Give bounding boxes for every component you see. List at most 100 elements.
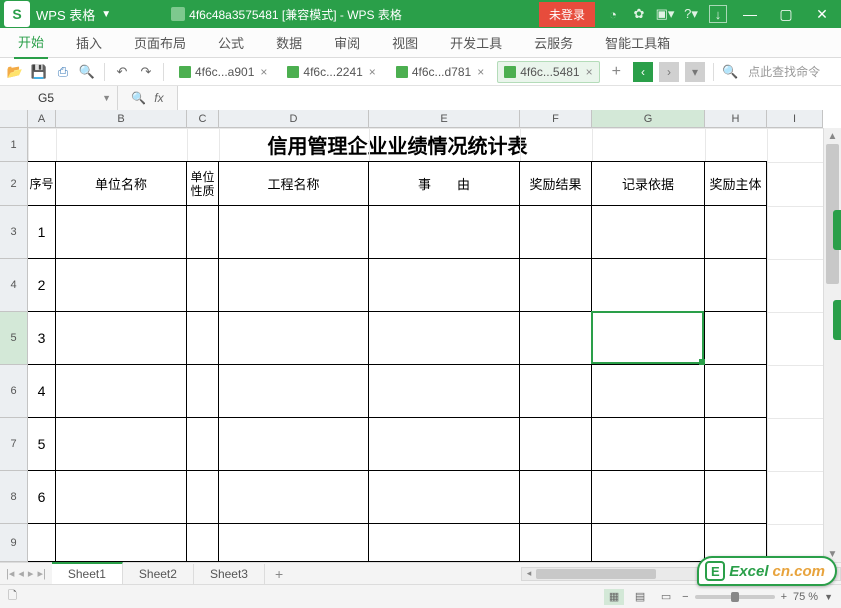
tab-insert[interactable]: 插入 (72, 27, 106, 58)
settings-icon[interactable]: ✿ (631, 6, 647, 22)
tab-nav-left[interactable]: ‹ (633, 62, 653, 82)
scroll-left-icon[interactable]: ◂ (522, 568, 536, 580)
file-tab-0[interactable]: 4f6c...a901× (172, 61, 274, 83)
data-cell[interactable] (55, 311, 187, 365)
header-cell[interactable]: 奖励结果 (519, 161, 592, 206)
column-header-F[interactable]: F (520, 110, 592, 128)
column-header-A[interactable]: A (28, 110, 56, 128)
data-cell[interactable] (519, 258, 592, 312)
zoom-out-button[interactable]: − (682, 591, 688, 603)
zoom-slider[interactable] (695, 595, 775, 599)
column-header-I[interactable]: I (767, 110, 823, 128)
data-cell[interactable] (55, 523, 187, 562)
data-cell[interactable] (28, 523, 56, 562)
add-tab-button[interactable]: + (606, 63, 627, 81)
data-cell[interactable] (368, 417, 520, 471)
select-all-corner[interactable] (0, 110, 28, 128)
data-cell[interactable] (55, 205, 187, 259)
data-cell[interactable] (55, 258, 187, 312)
formula-input[interactable] (178, 86, 841, 110)
data-cell[interactable]: 6 (28, 470, 56, 524)
download-icon[interactable]: ↓ (709, 5, 727, 23)
reading-view-button[interactable]: ▭ (656, 589, 676, 605)
header-cell[interactable]: 单位名称 (55, 161, 187, 206)
data-cell[interactable] (55, 470, 187, 524)
data-cell[interactable]: 1 (28, 205, 56, 259)
data-cell[interactable] (704, 470, 767, 524)
preview-icon[interactable]: 🔍 (78, 63, 96, 81)
data-cell[interactable] (591, 311, 705, 365)
data-cell[interactable] (591, 470, 705, 524)
nav-next-icon[interactable]: ▸ (28, 567, 34, 580)
data-cell[interactable] (591, 205, 705, 259)
row-header-3[interactable]: 3 (0, 206, 28, 259)
data-cell[interactable] (591, 523, 705, 562)
search-icon[interactable]: 🔍 (722, 64, 738, 80)
name-box[interactable]: G5 ▼ (0, 86, 118, 110)
data-cell[interactable] (368, 523, 520, 562)
tab-data[interactable]: 数据 (272, 27, 306, 58)
data-cell[interactable]: 2 (28, 258, 56, 312)
name-box-dropdown-icon[interactable]: ▼ (102, 93, 111, 103)
data-cell[interactable] (519, 364, 592, 418)
data-cell[interactable] (704, 258, 767, 312)
sheet-nav[interactable]: |◂◂▸▸| (0, 567, 52, 580)
undo-icon[interactable]: ↶ (113, 63, 131, 81)
data-cell[interactable] (519, 205, 592, 259)
data-cell[interactable] (704, 205, 767, 259)
data-cell[interactable] (218, 417, 369, 471)
data-cell[interactable] (218, 205, 369, 259)
sheet-tab-3[interactable]: Sheet3 (194, 564, 265, 584)
side-panel-tab[interactable] (833, 210, 841, 250)
close-button[interactable]: ✕ (809, 3, 835, 25)
header-cell[interactable]: 工程名称 (218, 161, 369, 206)
header-cell[interactable]: 记录依据 (591, 161, 705, 206)
data-cell[interactable] (591, 417, 705, 471)
data-cell[interactable] (368, 470, 520, 524)
data-cell[interactable] (519, 470, 592, 524)
row-header-6[interactable]: 6 (0, 365, 28, 418)
scroll-up-icon[interactable]: ▲ (824, 128, 841, 144)
skin-icon[interactable]: ▣▾ (657, 6, 673, 22)
zoom-knob[interactable] (731, 592, 739, 602)
data-cell[interactable] (704, 311, 767, 365)
open-icon[interactable]: 📂 (6, 63, 24, 81)
redo-icon[interactable]: ↷ (137, 63, 155, 81)
search-commands[interactable]: 点此查找命令 (748, 63, 820, 80)
vertical-scrollbar[interactable]: ▲ ▼ (823, 128, 841, 562)
zoom-dropdown-icon[interactable]: ▼ (824, 592, 833, 602)
data-cell[interactable] (368, 364, 520, 418)
column-header-D[interactable]: D (219, 110, 369, 128)
data-cell[interactable]: 4 (28, 364, 56, 418)
header-cell[interactable]: 单位性质 (186, 161, 219, 206)
column-header-G[interactable]: G (592, 110, 705, 128)
data-cell[interactable] (218, 311, 369, 365)
add-sheet-button[interactable]: + (265, 566, 293, 582)
tab-start[interactable]: 开始 (14, 26, 48, 59)
nav-prev-icon[interactable]: ◂ (18, 567, 24, 580)
data-cell[interactable] (519, 311, 592, 365)
spreadsheet-area[interactable]: ABCDEFGHI 123456789 信用管理企业业绩情况统计表 序号单位名称… (0, 110, 841, 562)
app-menu-dropdown-icon[interactable]: ▼ (101, 9, 111, 20)
close-tab-icon[interactable]: × (586, 65, 593, 79)
fx-icon[interactable]: fx (154, 91, 163, 105)
tab-view[interactable]: 视图 (388, 27, 422, 58)
sheet-tab-1[interactable]: Sheet1 (52, 562, 123, 584)
tab-review[interactable]: 审阅 (330, 27, 364, 58)
data-cell[interactable] (591, 258, 705, 312)
header-cell[interactable]: 序号 (28, 161, 56, 206)
row-header-8[interactable]: 8 (0, 471, 28, 524)
column-header-B[interactable]: B (56, 110, 187, 128)
column-header-H[interactable]: H (705, 110, 767, 128)
column-header-E[interactable]: E (369, 110, 520, 128)
data-cell[interactable] (591, 364, 705, 418)
cancel-formula-icon[interactable]: 🔍 (131, 91, 146, 105)
tab-layout[interactable]: 页面布局 (130, 27, 190, 58)
file-tab-2[interactable]: 4f6c...d781× (389, 61, 491, 83)
cell-grid[interactable]: 信用管理企业业绩情况统计表 序号单位名称单位性质工程名称事 由奖励结果记录依据奖… (28, 128, 823, 562)
side-panel-tab[interactable] (833, 300, 841, 340)
data-cell[interactable] (704, 364, 767, 418)
column-header-C[interactable]: C (187, 110, 219, 128)
data-cell[interactable] (218, 523, 369, 562)
zoom-level[interactable]: 75 % (793, 591, 818, 603)
